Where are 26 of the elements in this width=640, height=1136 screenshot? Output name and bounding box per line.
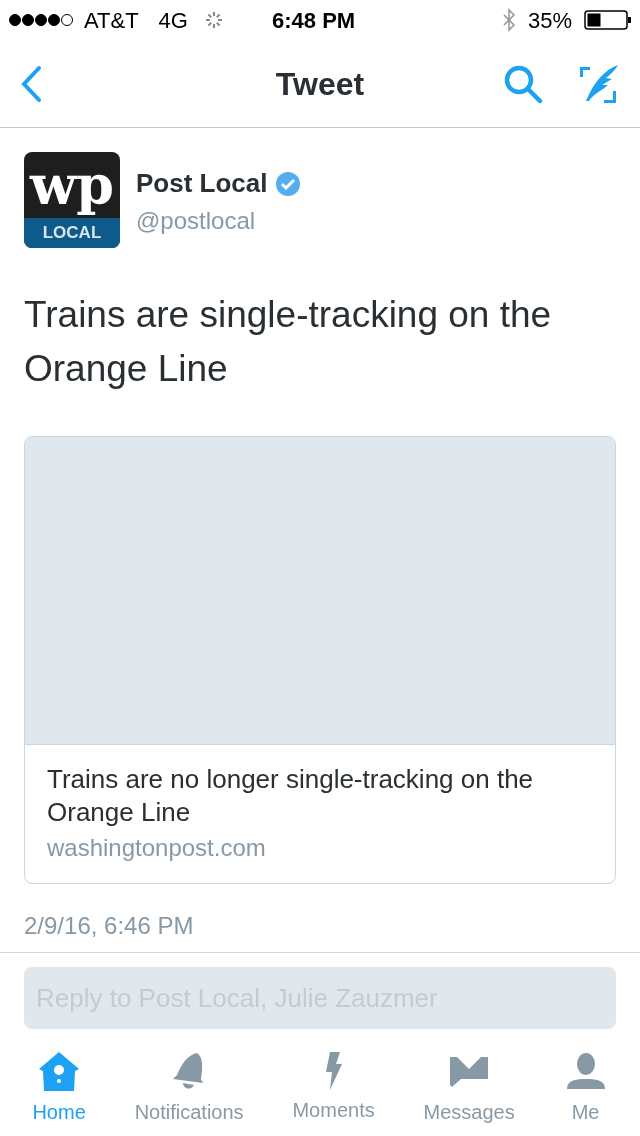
tab-bar-item[interactable]: Home (32, 1049, 86, 1127)
account-name[interactable]: Post Local (136, 164, 268, 203)
carrier: AT&T (84, 6, 139, 35)
tab-bar-item[interactable]: Moments (292, 1051, 375, 1125)
page-title: Tweet (275, 64, 365, 104)
avatar[interactable]: wp LOCAL (24, 152, 120, 248)
tweet-text: Trains are single-tracking on the Orange Line (24, 293, 553, 391)
back-button[interactable] (20, 64, 42, 103)
clock: 6:48 PM (272, 6, 356, 35)
network-type: 4G (158, 6, 188, 35)
signal-icon (8, 13, 76, 27)
tab-bar-item[interactable]: Messages (423, 1049, 515, 1127)
logo-monogram: wp (28, 152, 116, 218)
logo-label: LOCAL (24, 218, 120, 248)
tab-bar-item[interactable]: Me (563, 1049, 608, 1127)
tweet-timestamp: 2/9/16, 6:46 PM (24, 911, 195, 941)
battery-percent: 35% (527, 6, 572, 35)
tab-bar-item[interactable]: Notifications (134, 1049, 244, 1127)
link-card[interactable]: Trains are no longer single-tracking on the Orange Line washingtonpost.com (24, 436, 616, 884)
card-title: Trains are no longer single-tracking on the Orange Line (47, 763, 535, 829)
account-handle[interactable]: @postlocal (136, 203, 302, 239)
bluetooth-icon (501, 8, 516, 32)
spinner-icon (203, 10, 224, 30)
lightning-icon (324, 1051, 343, 1091)
card-domain: washingtonpost.com (47, 833, 267, 863)
battery-icon (584, 9, 632, 31)
